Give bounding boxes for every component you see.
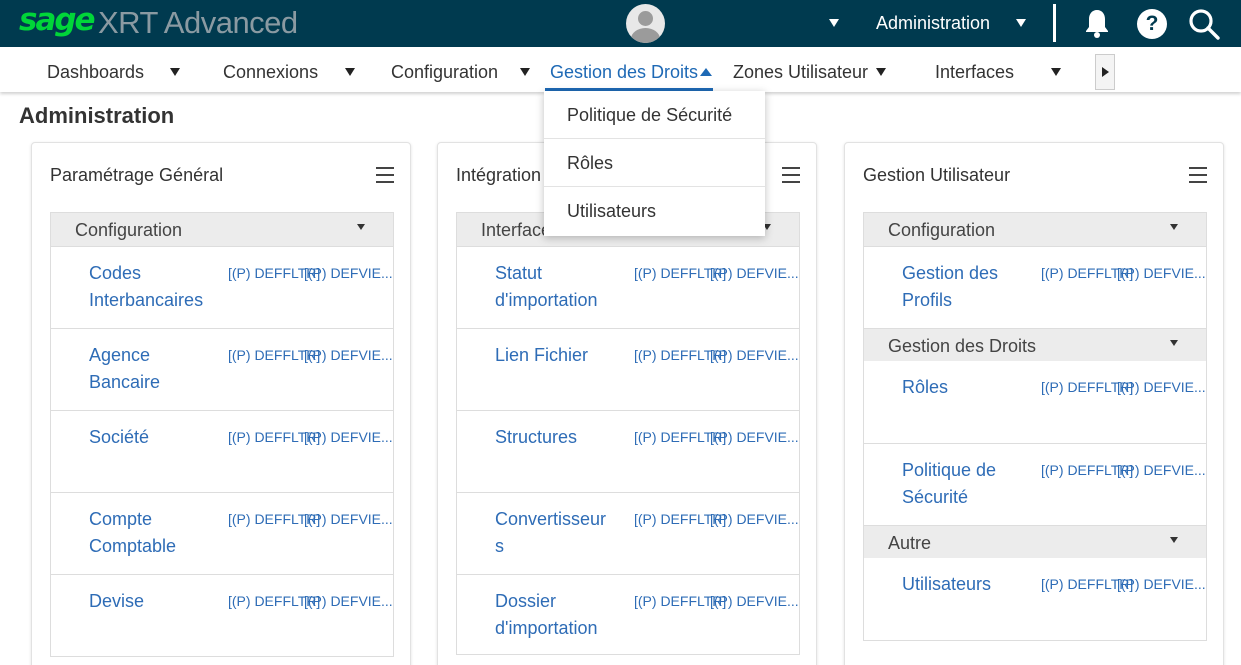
list-item[interactable]: Dossier d'importation [(P) DEFFLTR] [(P) D… (457, 574, 799, 654)
section: Configuration Gestion des Profils [(P) DE… (863, 212, 1207, 641)
nav-connexions[interactable]: Connexions (223, 62, 318, 83)
nav-configuration[interactable]: Configuration (391, 62, 498, 83)
chevron-down-icon[interactable] (1051, 68, 1061, 76)
top-bar: sage XRT Advanced Administration ? (0, 0, 1241, 47)
nav-dashboards[interactable]: Dashboards (47, 62, 144, 83)
section-header[interactable]: Gestion des Droits (864, 328, 1206, 361)
chevron-down-icon[interactable] (170, 68, 180, 76)
admin-menu[interactable]: Administration (876, 13, 990, 34)
list-item[interactable]: Devise [(P) DEFFLTR] [(P) DEFVIE... (51, 574, 393, 656)
list-item[interactable]: Convertisseurs [(P) DEFFLTR] [(P) DEFVIE..… (457, 492, 799, 574)
list-item[interactable]: Société [(P) DEFFLTR] [(P) DEFVIE... (51, 410, 393, 492)
card-gestion-utilisateur: Gestion Utilisateur Configuration Gestio… (844, 142, 1224, 665)
chevron-down-icon[interactable] (1170, 224, 1178, 230)
page-title: Administration (19, 103, 175, 128)
nav-scroll-right-button[interactable] (1095, 54, 1115, 90)
chevron-down-icon[interactable] (1170, 340, 1178, 346)
gestion-des-droits-dropdown: Politique de Sécurité Rôles Utilisateurs (544, 91, 765, 236)
section-header[interactable]: Autre (864, 525, 1206, 558)
help-icon[interactable]: ? (1137, 9, 1167, 39)
chevron-right-icon (1102, 67, 1109, 77)
avatar[interactable] (626, 4, 665, 43)
avatar-chevron-down-icon[interactable] (829, 19, 839, 27)
menu-item-utilisateurs[interactable]: Utilisateurs (544, 187, 765, 235)
list-item[interactable]: Structures [(P) DEFFLTR] [(P) DEFVIE... (457, 410, 799, 492)
list-item[interactable]: Lien Fichier [(P) DEFFLTR] [(P) DEFVIE... (457, 328, 799, 410)
list-item[interactable]: Gestion des Profils [(P) DEFFLTR] [(P) DEF… (864, 246, 1206, 328)
list-item[interactable]: Utilisateurs [(P) DEFFLTR] [(P) DEFVIE... (864, 558, 1206, 640)
list-item[interactable]: Politique de Sécurité [(P) DEFFLTR] [(P) D… (864, 443, 1206, 525)
chevron-down-icon[interactable] (357, 224, 365, 230)
chevron-down-icon[interactable] (876, 68, 886, 76)
card-title: Gestion Utilisateur (863, 165, 1011, 185)
search-icon[interactable] (1188, 8, 1220, 40)
chevron-down-icon[interactable] (1170, 537, 1178, 543)
section-header[interactable]: Configuration (864, 213, 1206, 246)
sage-logo[interactable]: sage (19, 2, 96, 38)
list-item[interactable]: Agence Bancaire [(P) DEFFLTR] [(P) DEFVIE.… (51, 328, 393, 410)
nav-interfaces[interactable]: Interfaces (935, 62, 1014, 83)
list-item[interactable]: Codes Interbancaires [(P) DEFFLTR] [(P) DE… (51, 246, 393, 328)
list-item[interactable]: Rôles [(P) DEFFLTR] [(P) DEFVIE... (864, 361, 1206, 443)
chevron-up-icon[interactable] (700, 68, 712, 76)
card-title: Paramétrage Général (50, 165, 224, 185)
app-title: XRT Advanced (98, 5, 298, 40)
divider (1053, 4, 1056, 42)
card-title: Intégration (456, 165, 542, 185)
menu-icon[interactable] (376, 167, 394, 188)
menu-icon[interactable] (782, 167, 800, 188)
list-item[interactable]: Statut d'importation [(P) DEFFLTR] [(P) DE… (457, 246, 799, 328)
section: Configuration Codes Interbancaires [(P) D… (50, 212, 394, 657)
section-header[interactable]: Configuration (51, 213, 393, 246)
nav-bar: Dashboards Connexions Configuration Gest… (0, 47, 1241, 92)
list-item[interactable]: Compte Comptable [(P) DEFFLTR] [(P) DEFVIE… (51, 492, 393, 574)
admin-menu-chevron-down-icon[interactable] (1016, 19, 1026, 27)
chevron-down-icon[interactable] (345, 68, 355, 76)
card-parametrage-general: Paramétrage Général Configuration Codes … (31, 142, 411, 665)
menu-item-roles[interactable]: Rôles (544, 139, 765, 187)
bell-icon[interactable] (1083, 8, 1111, 39)
nav-zones-utilisateur[interactable]: Zones Utilisateur (733, 62, 868, 83)
chevron-down-icon[interactable] (520, 68, 530, 76)
section: Interfaces Statut d'importation [(P) DEFF… (456, 212, 800, 655)
menu-item-politique-de-securite[interactable]: Politique de Sécurité (544, 91, 765, 139)
nav-gestion-des-droits[interactable]: Gestion des Droits (550, 62, 698, 83)
menu-icon[interactable] (1189, 167, 1207, 188)
